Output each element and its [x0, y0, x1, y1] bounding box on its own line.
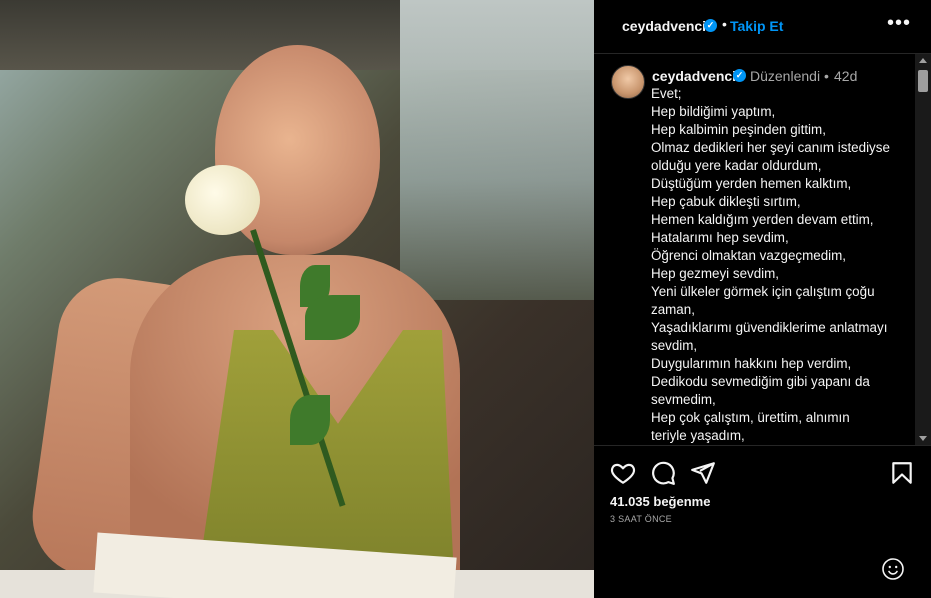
post-header: ceydadvenci ✓ • Takip Et ••• [594, 0, 931, 54]
caption-line: Hep kalbimin peşinden gittim, [651, 122, 826, 137]
caption-line: olduğu yere kadar oldurdum, [651, 158, 822, 173]
emoji-icon[interactable] [881, 557, 905, 581]
caption-line: Hep çok çalıştım, ürettim, alnımın [651, 410, 850, 425]
post-time[interactable]: 42d [834, 68, 857, 84]
post-photo[interactable] [0, 0, 594, 598]
caption-line: Düştüğüm yerden hemen kalktım, [651, 176, 852, 191]
photo-leaf [290, 395, 330, 445]
post-actions [594, 456, 931, 490]
caption-line: sevdim, [651, 338, 698, 353]
comment-icon[interactable] [650, 460, 676, 486]
avatar[interactable] [611, 65, 645, 99]
caption-line: Hatalarımı hep sevdim, [651, 230, 789, 245]
photo-leaf [305, 295, 360, 340]
caption-line: Yaşadıklarımı güvendiklerime anlatmayı [651, 320, 888, 335]
caption-line: Evet; [651, 86, 682, 101]
follow-button[interactable]: Takip Et [730, 18, 783, 34]
caption-line: zaman, [651, 302, 695, 317]
post-panel: ceydadvenci ✓ • Takip Et ••• ceydadvenci… [594, 0, 931, 598]
scroll-up-icon[interactable] [919, 58, 927, 63]
caption-line: Hemen kaldığım yerden devam ettim, [651, 212, 874, 227]
header-separator: • [722, 16, 727, 32]
bookmark-icon[interactable] [889, 460, 915, 486]
edited-label: Düzenlendi • [750, 68, 829, 84]
like-count[interactable]: 41.035 beğenme [610, 494, 710, 509]
caption-line: teriyle yaşadım, [651, 428, 745, 443]
verified-badge-icon: ✓ [733, 69, 746, 82]
caption-line: Hep çabuk dikleşti sırtım, [651, 194, 801, 209]
caption-line: Öğrenci olmaktan vazgeçmedim, [651, 248, 846, 263]
caption-text: Evet; Hep bildiğimi yaptım, Hep kalbimin… [651, 85, 906, 444]
caption-line: Hep gezmeyi sevdim, [651, 266, 780, 281]
scroll-down-icon[interactable] [919, 436, 927, 441]
share-icon[interactable] [690, 460, 716, 486]
photo-background-window [400, 0, 594, 300]
caption-line: Hep bildiğimi yaptım, [651, 104, 776, 119]
caption-username[interactable]: ceydadvenci [652, 68, 736, 84]
caption-line: Duygularımın hakkını hep verdim, [651, 356, 852, 371]
photo-rose [185, 165, 260, 235]
scrollbar-thumb[interactable] [918, 70, 928, 92]
caption-line: sevmedim, [651, 392, 716, 407]
more-options-icon[interactable]: ••• [887, 12, 911, 35]
verified-badge-icon: ✓ [704, 19, 717, 32]
caption-area: ceydadvenci ✓ Düzenlendi • 42d Evet; Hep… [594, 54, 914, 444]
caption-line: Olmaz dedikleri her şeyi canım istediyse [651, 140, 890, 155]
caption-line: Yeni ülkeler görmek için çalıştım çoğu [651, 284, 875, 299]
caption-scrollbar[interactable] [915, 54, 931, 445]
divider [594, 445, 931, 446]
post-timestamp[interactable]: 3 SAAT ÖNCE [610, 514, 672, 524]
heart-icon[interactable] [610, 460, 636, 486]
header-username[interactable]: ceydadvenci [622, 18, 706, 34]
caption-line: Dedikodu sevmediğim gibi yapanı da [651, 374, 870, 389]
